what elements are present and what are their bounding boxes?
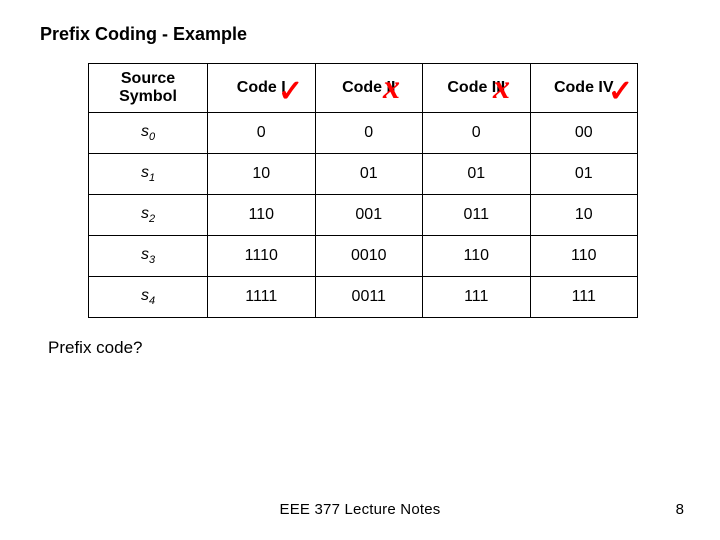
cell-code2: 0: [315, 113, 423, 154]
page-title: Prefix Coding - Example: [40, 24, 680, 45]
cell-code2: 01: [315, 154, 423, 195]
slide: Prefix Coding - Example ✓ x x ✓ Source S…: [0, 0, 720, 540]
cell-code1: 10: [208, 154, 316, 195]
cell-code2: 0010: [315, 236, 423, 277]
cell-code4: 00: [530, 113, 638, 154]
col-header-code2: Code II: [315, 64, 423, 113]
cell-code4: 110: [530, 236, 638, 277]
page-number: 8: [676, 501, 684, 518]
cell-symbol: s3: [89, 236, 208, 277]
table-row: s3 1110 0010 110 110: [89, 236, 638, 277]
cell-symbol: s0: [89, 113, 208, 154]
cell-code3: 110: [423, 236, 531, 277]
cell-code1: 1111: [208, 277, 316, 318]
col-header-code4: Code IV: [530, 64, 638, 113]
footer-center: EEE 377 Lecture Notes: [0, 501, 720, 518]
cell-code1: 0: [208, 113, 316, 154]
table-row: s1 10 01 01 01: [89, 154, 638, 195]
cell-code3: 111: [423, 277, 531, 318]
cell-code2: 0011: [315, 277, 423, 318]
cell-symbol: s1: [89, 154, 208, 195]
col-header-symbol: Source Symbol: [89, 64, 208, 113]
code-table: Source Symbol Code I Code II Code III Co…: [88, 63, 638, 318]
cell-code3: 01: [423, 154, 531, 195]
prefix-question: Prefix code?: [48, 338, 680, 358]
cell-code3: 0: [423, 113, 531, 154]
table-row: s0 0 0 0 00: [89, 113, 638, 154]
table-row: s4 1111 0011 111 111: [89, 277, 638, 318]
cell-code4: 01: [530, 154, 638, 195]
col-header-code3: Code III: [423, 64, 531, 113]
cell-code4: 111: [530, 277, 638, 318]
cell-code1: 110: [208, 195, 316, 236]
cell-code2: 001: [315, 195, 423, 236]
code-table-wrap: ✓ x x ✓ Source Symbol Code I Code II Cod…: [88, 63, 638, 318]
table-header-row: Source Symbol Code I Code II Code III Co…: [89, 64, 638, 113]
cell-code4: 10: [530, 195, 638, 236]
cell-code3: 011: [423, 195, 531, 236]
cell-symbol: s4: [89, 277, 208, 318]
cell-symbol: s2: [89, 195, 208, 236]
table-row: s2 110 001 011 10: [89, 195, 638, 236]
cell-code1: 1110: [208, 236, 316, 277]
col-header-code1: Code I: [208, 64, 316, 113]
